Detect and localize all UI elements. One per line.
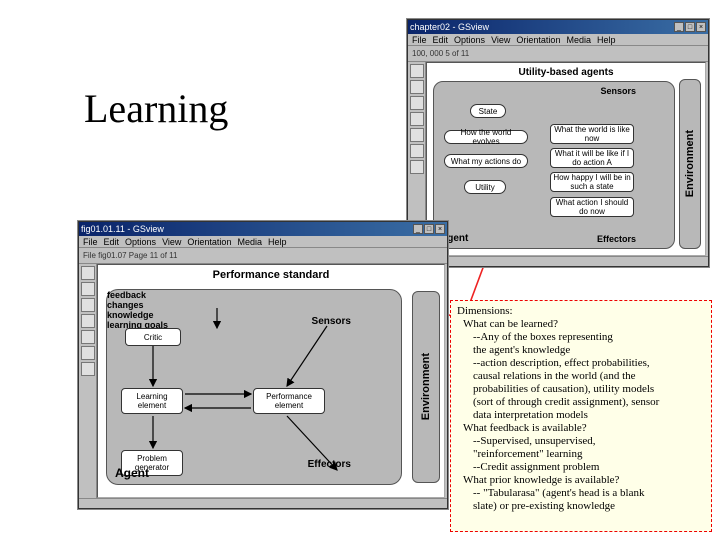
box-action-now: What action I should do now <box>550 197 634 217</box>
dim-row: probabilities of causation), utility mod… <box>473 383 705 396</box>
menu-media[interactable]: Media <box>566 35 591 45</box>
dim-row: --Any of the boxes representing <box>473 331 705 344</box>
tool-strip-win2 <box>79 264 97 498</box>
diagram-title: Utility-based agents <box>518 67 613 78</box>
tool-button[interactable] <box>410 128 424 142</box>
slide-title: Learning <box>84 85 228 132</box>
menubar-win1: File Edit Options View Orientation Media… <box>408 34 708 46</box>
tool-button[interactable] <box>410 96 424 110</box>
menubar-win2: File Edit Options View Orientation Media… <box>79 236 447 248</box>
toolbar-win1: 100, 000 5 of 11 <box>408 46 708 62</box>
titlebar-win1[interactable]: chapter02 - GSview _ □ × <box>408 20 708 34</box>
window-title: fig01.01.11 - GSview <box>81 224 164 234</box>
dim-row: (sort of through credit assignment), sen… <box>473 396 705 409</box>
dim-row: -- "Tabularasa" (agent's head is a blank <box>473 487 705 500</box>
environment-column: Environment <box>679 79 701 249</box>
tool-button[interactable] <box>410 144 424 158</box>
toolbar-win2: File fig01.07 Page 11 of 11 <box>79 248 447 264</box>
box-utility: Utility <box>464 180 506 194</box>
box-do-a: What it will be like if I do action A <box>550 148 634 168</box>
window-utility-agent: chapter02 - GSview _ □ × File Edit Optio… <box>407 19 709 267</box>
dim-row: What can be learned? <box>463 318 705 331</box>
environment-label: Environment <box>684 130 696 197</box>
dim-row: "reinforcement" learning <box>473 448 705 461</box>
menu-edit[interactable]: Edit <box>433 35 449 45</box>
tool-button[interactable] <box>410 80 424 94</box>
menu-edit[interactable]: Edit <box>104 237 120 247</box>
tool-button[interactable] <box>410 64 424 78</box>
dim-row: What feedback is available? <box>463 422 705 435</box>
minimize-icon[interactable]: _ <box>413 224 423 234</box>
tool-button[interactable] <box>410 160 424 174</box>
maximize-icon[interactable]: □ <box>685 22 695 32</box>
menu-help[interactable]: Help <box>268 237 287 247</box>
menu-view[interactable]: View <box>491 35 510 45</box>
menu-file[interactable]: File <box>83 237 98 247</box>
menu-view[interactable]: View <box>162 237 181 247</box>
window-learning-agent: fig01.01.11 - GSview _ □ × File Edit Opt… <box>78 221 448 509</box>
close-icon[interactable]: × <box>696 22 706 32</box>
effectors-label: Effectors <box>308 459 351 470</box>
dimensions-callout: Dimensions: What can be learned? --Any o… <box>450 300 712 532</box>
toolbar-text: File fig01.07 Page 11 of 11 <box>83 251 177 260</box>
agent-label: Agent <box>115 466 149 480</box>
dim-row: data interpretation models <box>473 409 705 422</box>
box-happy: How happy I will be in such a state <box>550 172 634 192</box>
window-controls: _ □ × <box>413 224 445 234</box>
tool-button[interactable] <box>81 298 95 312</box>
environment-column: Environment <box>412 291 440 483</box>
box-evolve: How the world evolves <box>444 130 528 144</box>
dim-row: the agent's knowledge <box>473 344 705 357</box>
titlebar-win2[interactable]: fig01.01.11 - GSview _ □ × <box>79 222 447 236</box>
tool-button[interactable] <box>81 314 95 328</box>
tool-button[interactable] <box>81 266 95 280</box>
menu-file[interactable]: File <box>412 35 427 45</box>
tool-button[interactable] <box>410 112 424 126</box>
dimensions-heading: Dimensions: <box>457 305 705 318</box>
box-state: State <box>470 104 506 118</box>
dim-row: causal relations in the world (and the <box>473 370 705 383</box>
close-icon[interactable]: × <box>435 224 445 234</box>
menu-orientation[interactable]: Orientation <box>187 237 231 247</box>
dim-row: slate) or pre-existing knowledge <box>473 500 705 513</box>
performance-standard-label: Performance standard <box>213 269 330 281</box>
box-performance-element: Performance element <box>253 388 325 414</box>
menu-help[interactable]: Help <box>597 35 616 45</box>
menu-options[interactable]: Options <box>125 237 156 247</box>
statusbar-win2 <box>79 498 447 508</box>
sensors-label: Sensors <box>312 316 351 327</box>
tool-button[interactable] <box>81 282 95 296</box>
box-actions: What my actions do <box>444 154 528 168</box>
dim-row: --action description, effect probabiliti… <box>473 357 705 370</box>
box-critic: Critic <box>125 328 181 346</box>
tool-button[interactable] <box>81 330 95 344</box>
menu-options[interactable]: Options <box>454 35 485 45</box>
canvas-win1: Utility-based agents Environment Sensors… <box>426 62 706 256</box>
label-changes: changes <box>107 300 401 310</box>
environment-label: Environment <box>420 353 432 420</box>
box-world-now: What the world is like now <box>550 124 634 144</box>
minimize-icon[interactable]: _ <box>674 22 684 32</box>
agent-body: Sensors State How the world evolves What… <box>433 81 675 249</box>
tool-button[interactable] <box>81 362 95 376</box>
statusbar-win1 <box>408 256 708 266</box>
label-knowledge: knowledge <box>107 310 401 320</box>
toolbar-text: 100, 000 5 of 11 <box>412 49 469 58</box>
tool-button[interactable] <box>81 346 95 360</box>
box-learning-element: Learning element <box>121 388 183 414</box>
dim-row: What prior knowledge is available? <box>463 474 705 487</box>
menu-orientation[interactable]: Orientation <box>516 35 560 45</box>
canvas-win2: Performance standard Environment Sensors… <box>97 264 445 498</box>
sensors-label: Sensors <box>600 86 636 96</box>
agent-body: Sensors Critic Learning element Performa… <box>106 289 402 485</box>
window-title: chapter02 - GSview <box>410 22 489 32</box>
effectors-label: Effectors <box>597 234 636 244</box>
window-controls: _ □ × <box>674 22 706 32</box>
label-feedback: feedback <box>107 290 401 300</box>
maximize-icon[interactable]: □ <box>424 224 434 234</box>
dim-row: --Supervised, unsupervised, <box>473 435 705 448</box>
dim-row: --Credit assignment problem <box>473 461 705 474</box>
menu-media[interactable]: Media <box>237 237 262 247</box>
